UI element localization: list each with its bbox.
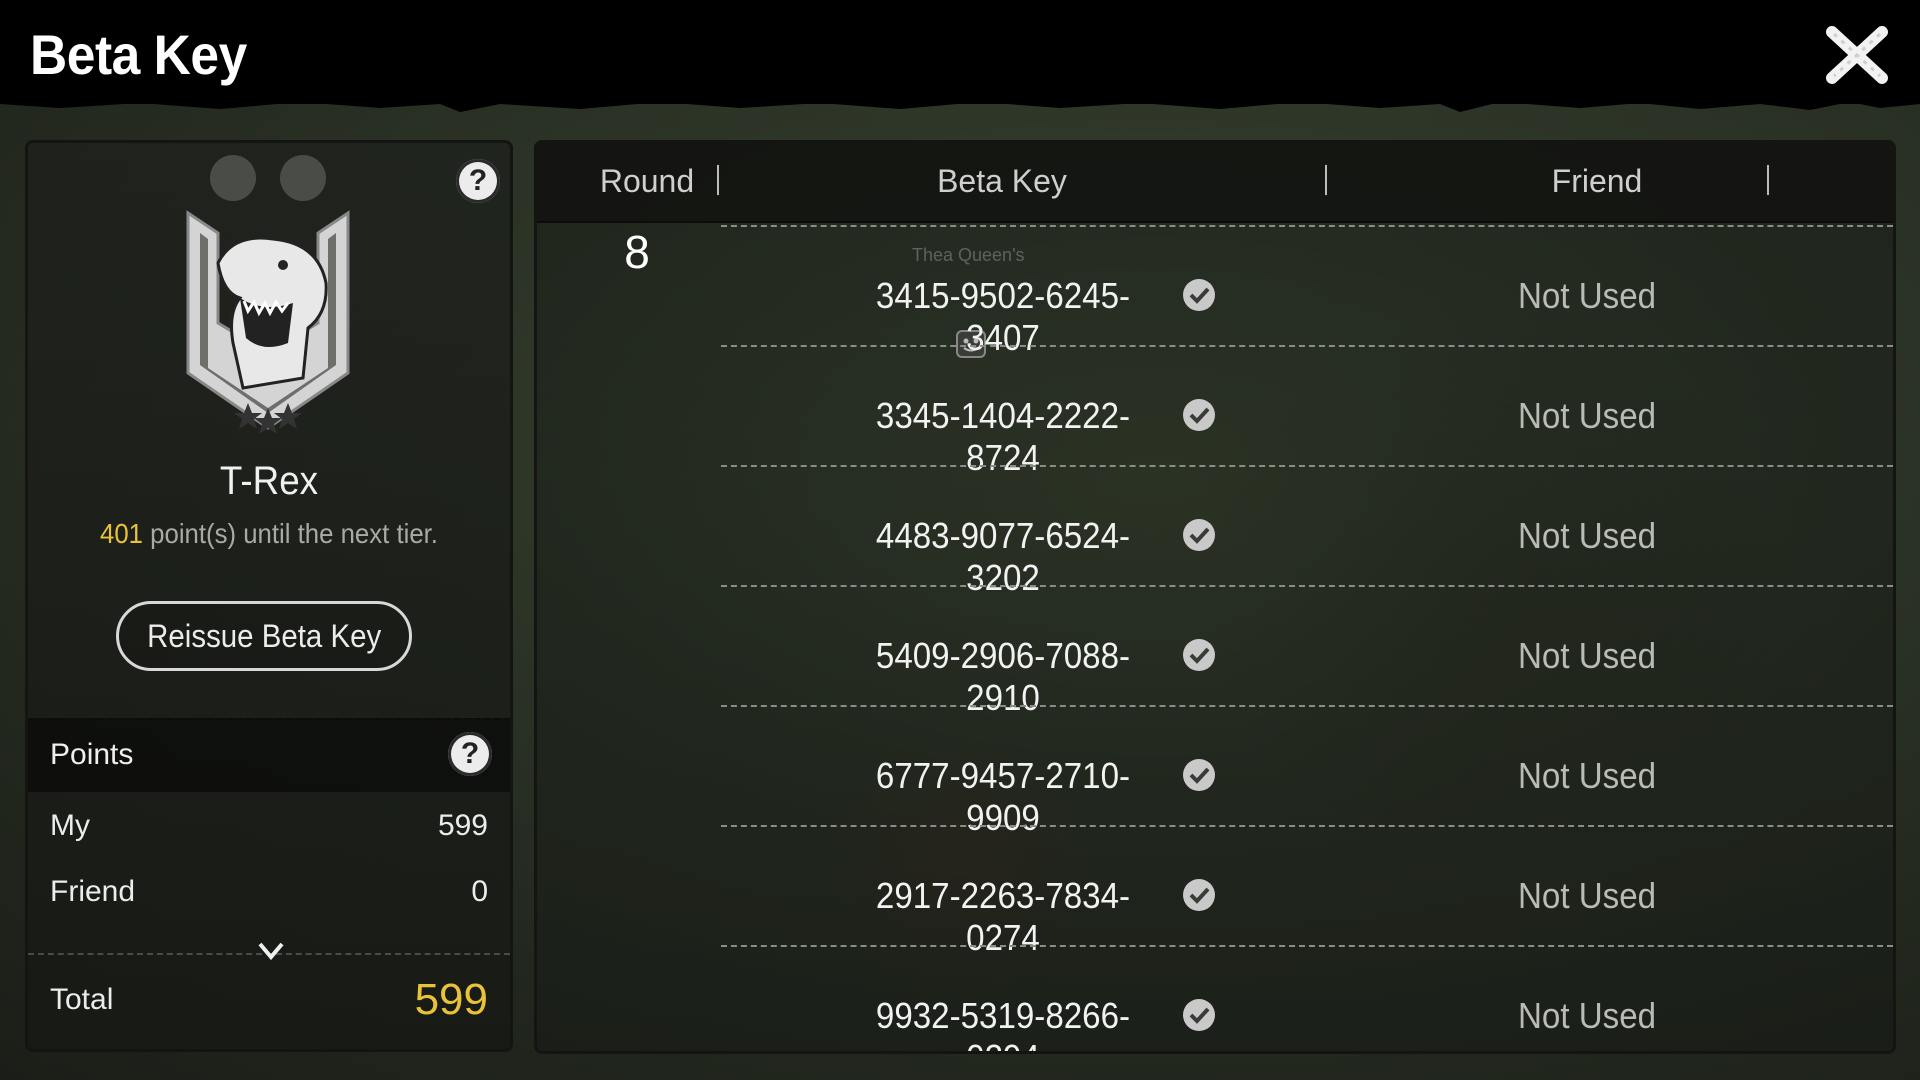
column-separator [717, 165, 719, 195]
torn-edge [0, 96, 1920, 112]
row-divider [721, 585, 1893, 587]
check-icon [1183, 879, 1215, 911]
column-header-beta-key: Beta Key [937, 163, 1067, 199]
trex-badge-icon [186, 210, 350, 434]
chevron-down-icon[interactable] [258, 941, 284, 961]
title-bar: Beta Key [0, 0, 1920, 104]
row-divider [721, 825, 1893, 827]
page-title: Beta Key [30, 23, 247, 86]
my-points-value: 599 [437, 809, 488, 842]
round-number: 8 [624, 226, 650, 278]
my-points-row: My 599 [28, 809, 510, 859]
check-icon [1183, 759, 1215, 791]
key-row: 9932-5319-8266-0294 Not Used [537, 995, 1893, 1051]
row-divider [721, 225, 1893, 227]
key-row: 3415-9502-6245-3407 Not Used [537, 275, 1893, 395]
points-help-icon[interactable]: ? [448, 732, 492, 776]
friend-status: Not Used [1517, 395, 1657, 436]
points-header: Points ? [28, 718, 510, 792]
check-icon [1183, 279, 1215, 311]
key-row: 6777-9457-2710-9909 Not Used [537, 755, 1893, 875]
total-points-row: Total 599 [28, 975, 510, 1033]
friend-status: Not Used [1517, 755, 1657, 796]
points-to-next-tier: 401 [100, 518, 144, 549]
key-row: 3345-1404-2222-8724 Not Used [537, 395, 1893, 515]
points-to-next-label: point(s) until the next tier. [150, 518, 438, 549]
friend-status: Not Used [1517, 515, 1657, 556]
friend-status: Not Used [1517, 275, 1657, 316]
key-row: 2917-2263-7834-0274 Not Used [537, 875, 1893, 995]
friend-points-value: 0 [471, 875, 488, 908]
key-row: 4483-9077-6524-3202 Not Used [537, 515, 1893, 635]
points-title: Points [50, 738, 134, 771]
reissue-beta-key-label: Reissue Beta Key [146, 618, 381, 654]
friend-status: Not Used [1517, 995, 1657, 1036]
tier-help-icon[interactable]: ? [456, 159, 500, 203]
my-points-label: My [50, 809, 90, 842]
row-divider [721, 465, 1893, 467]
row-divider [721, 345, 1893, 347]
check-icon [1183, 639, 1215, 671]
page-indicator [210, 155, 350, 206]
page-dot[interactable] [210, 155, 256, 201]
total-points-value: 599 [414, 975, 488, 1024]
friend-status: Not Used [1517, 875, 1657, 916]
reissue-beta-key-button[interactable]: Reissue Beta Key [116, 601, 412, 671]
check-icon [1183, 399, 1215, 431]
background-name-label: Thea Queen's [912, 245, 1025, 265]
beta-key-code[interactable]: 9932-5319-8266-0294 [833, 995, 1173, 1051]
close-icon[interactable] [1824, 22, 1890, 88]
check-icon [1183, 999, 1215, 1031]
column-header-friend: Friend [1551, 163, 1643, 199]
column-separator [1767, 165, 1769, 195]
friend-points-row: Friend 0 [28, 875, 510, 925]
tier-progress-note: 401 point(s) until the next tier. [47, 518, 490, 550]
page-dot[interactable] [280, 155, 326, 201]
table-header: Round Beta Key Friend [537, 143, 1893, 223]
row-divider [721, 945, 1893, 947]
tier-panel: ? T-Rex 401 point(s) until the next tier… [25, 140, 513, 1052]
column-separator [1325, 165, 1327, 195]
friend-points-label: Friend [50, 875, 136, 908]
column-header-round: Round [599, 163, 695, 199]
tier-name: T-Rex [219, 459, 319, 503]
row-divider [721, 705, 1893, 707]
total-points-label: Total [50, 983, 114, 1016]
beta-key-screen: Beta Key ? T-Rex 401 point(s) until the … [0, 0, 1920, 1080]
check-icon [1183, 519, 1215, 551]
friend-status: Not Used [1517, 635, 1657, 676]
beta-key-table: Round Beta Key Friend 8 Thea Queen's 341… [534, 140, 1896, 1054]
key-row: 5409-2906-7088-2910 Not Used [537, 635, 1893, 755]
